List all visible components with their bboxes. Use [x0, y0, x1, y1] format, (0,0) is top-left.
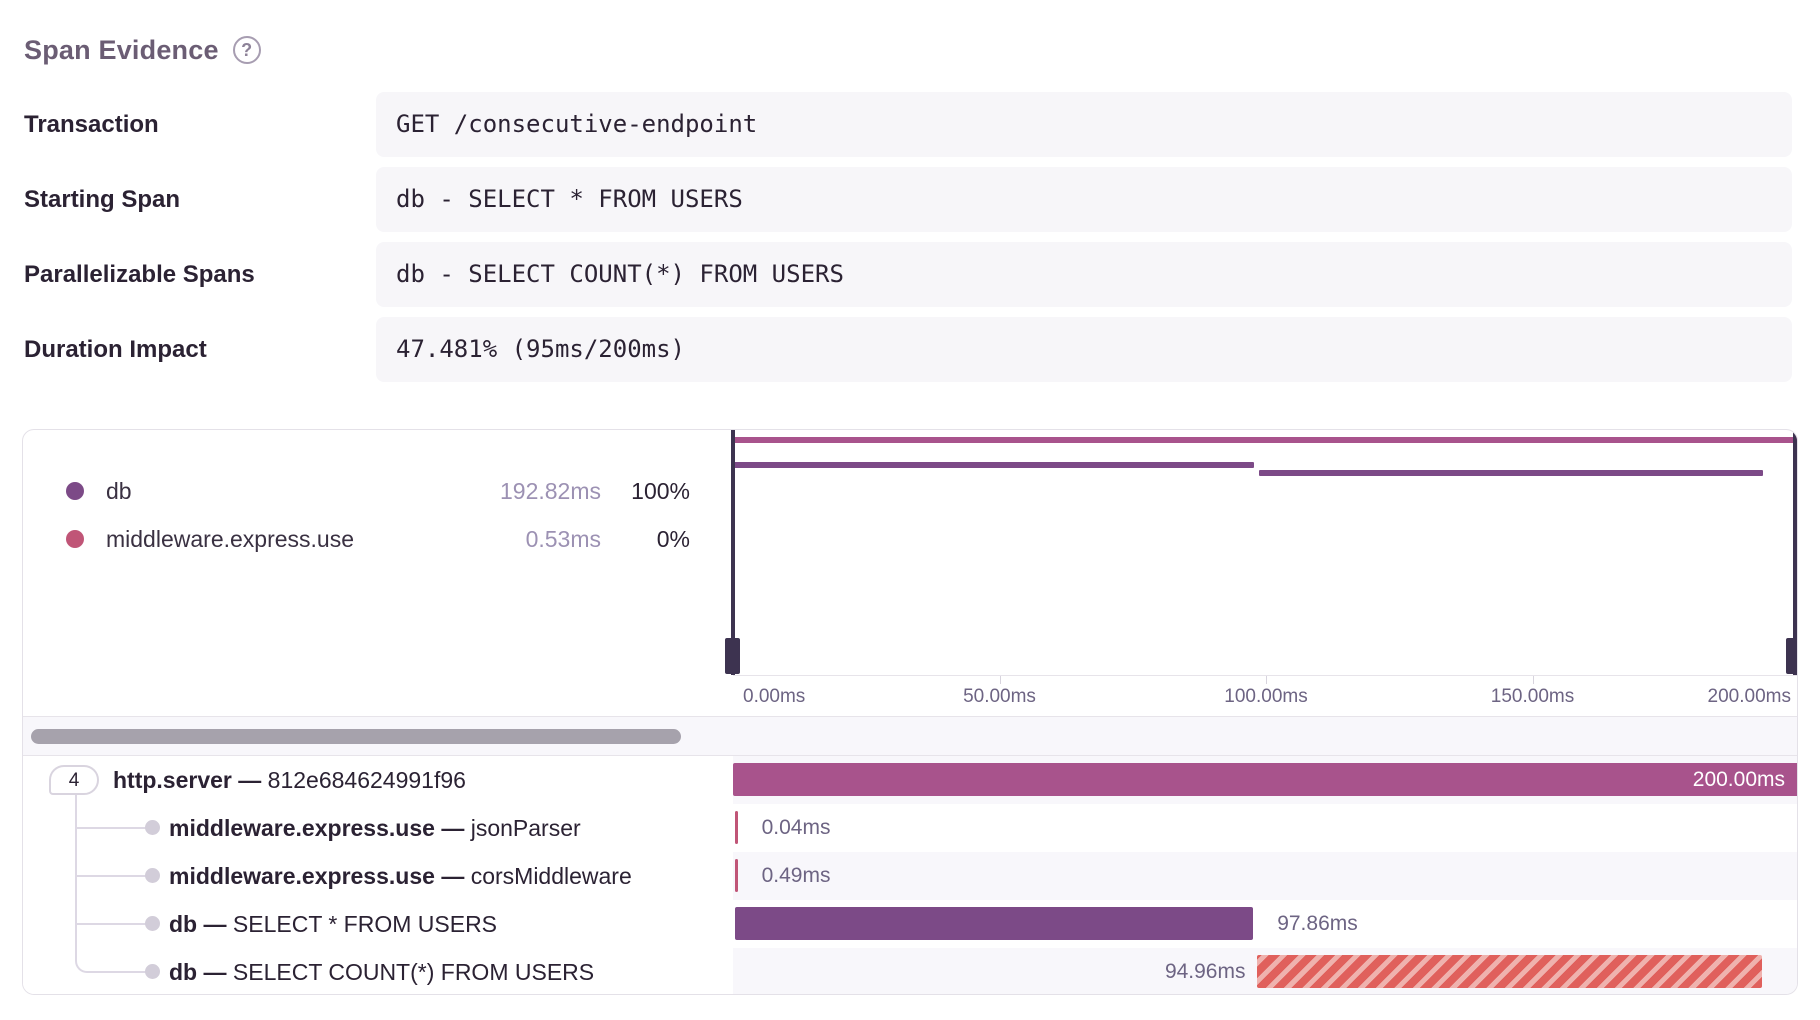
span-bar-cell: 0.04ms [733, 804, 1798, 852]
span-duration-label: 0.04ms [762, 804, 831, 852]
span-title: middleware.express.use — jsonParser [169, 804, 581, 852]
evidence-value: db - SELECT * FROM USERS [376, 167, 1792, 232]
span-duration-bar [735, 859, 738, 892]
evidence-value: db - SELECT COUNT(*) FROM USERS [376, 242, 1792, 307]
span-tree: 4 http.server — 812e684624991f96 200.00m… [23, 756, 1798, 995]
evidence-row-parallelizable-spans: Parallelizable Spans db - SELECT COUNT(*… [0, 242, 1820, 307]
span-bar-cell: 0.49ms [733, 852, 1798, 900]
span-row-select-count-users[interactable]: db — SELECT COUNT(*) FROM USERS 94.96ms [23, 948, 1798, 995]
evidence-row-starting-span: Starting Span db - SELECT * FROM USERS [0, 167, 1820, 232]
minimap-right-grip[interactable] [1786, 638, 1798, 674]
ops-legend: db 192.82ms 100% middleware.express.use … [23, 430, 733, 675]
legend-dot-icon [66, 530, 84, 548]
span-duration-bar [735, 907, 1253, 940]
span-duration-bar: 200.00ms [733, 763, 1798, 796]
axis-tick-label: 150.00ms [1491, 676, 1574, 717]
page-title-row: Span Evidence ? [24, 30, 261, 70]
span-description: corsMiddleware [471, 863, 632, 889]
horizontal-scrollbar-track[interactable] [23, 716, 1798, 756]
minimap-bar [733, 437, 1798, 443]
legend-dot-icon [66, 482, 84, 500]
evidence-label: Duration Impact [24, 317, 207, 382]
minimap-left-grip[interactable] [725, 638, 740, 674]
span-duration-label: 0.49ms [762, 852, 831, 900]
span-title: db — SELECT * FROM USERS [169, 900, 497, 948]
span-tree-cell: 4 http.server — 812e684624991f96 [23, 756, 733, 804]
evidence-value: 47.481% (95ms/200ms) [376, 317, 1792, 382]
span-title: http.server — 812e684624991f96 [113, 756, 466, 804]
separator: — [204, 959, 227, 985]
evidence-label: Transaction [24, 92, 159, 157]
legend-op-duration: 192.82ms [500, 468, 601, 514]
separator: — [238, 767, 261, 793]
span-waterfall-panel: db 192.82ms 100% middleware.express.use … [22, 429, 1798, 995]
separator: — [441, 815, 464, 841]
page-title: Span Evidence [24, 35, 219, 66]
evidence-row-transaction: Transaction GET /consecutive-endpoint [0, 92, 1820, 157]
axis-tick-label: 0.00ms [743, 676, 805, 717]
separator: — [204, 911, 227, 937]
evidence-row-duration-impact: Duration Impact 47.481% (95ms/200ms) [0, 317, 1820, 382]
span-count-badge[interactable]: 4 [49, 765, 99, 795]
span-duration-bar [735, 811, 738, 844]
axis-tick-label: 50.00ms [963, 676, 1036, 717]
span-bar-cell: 97.86ms [733, 900, 1798, 948]
span-tree-cell: db — SELECT COUNT(*) FROM USERS [23, 948, 733, 995]
span-duration-label: 97.86ms [1277, 900, 1358, 948]
legend-op-name: middleware.express.use [106, 516, 354, 562]
legend-item-middleware[interactable]: middleware.express.use 0.53ms 0% [23, 516, 733, 562]
time-axis: 0.00ms 50.00ms 100.00ms 150.00ms 200.00m… [733, 675, 1798, 716]
span-title: middleware.express.use — corsMiddleware [169, 852, 632, 900]
span-row-jsonparser[interactable]: middleware.express.use — jsonParser 0.04… [23, 804, 1798, 852]
span-evidence-page: Span Evidence ? Transaction GET /consecu… [0, 0, 1820, 1020]
span-duration-label: 200.00ms [1693, 763, 1785, 796]
minimap-bar [1259, 470, 1763, 476]
span-description: jsonParser [471, 815, 581, 841]
axis-tick-label: 100.00ms [1224, 676, 1307, 717]
span-description: SELECT COUNT(*) FROM USERS [233, 959, 594, 985]
minimap-bar [733, 462, 1254, 468]
span-bar-cell: 94.96ms [733, 948, 1798, 995]
span-tree-cell: db — SELECT * FROM USERS [23, 900, 733, 948]
evidence-value: GET /consecutive-endpoint [376, 92, 1792, 157]
span-description: 812e684624991f96 [268, 767, 466, 793]
span-tree-cell: middleware.express.use — jsonParser [23, 804, 733, 852]
legend-item-db[interactable]: db 192.82ms 100% [23, 468, 733, 514]
help-icon[interactable]: ? [233, 36, 261, 64]
evidence-label: Starting Span [24, 167, 180, 232]
legend-op-percent: 0% [657, 516, 690, 562]
span-description: SELECT * FROM USERS [233, 911, 497, 937]
span-op: db [169, 959, 197, 985]
span-op: middleware.express.use [169, 863, 435, 889]
evidence-label: Parallelizable Spans [24, 242, 255, 307]
legend-op-duration: 0.53ms [526, 516, 601, 562]
span-duration-bar [1257, 955, 1761, 988]
span-bar-cell: 200.00ms [733, 756, 1798, 804]
separator: — [441, 863, 464, 889]
span-title: db — SELECT COUNT(*) FROM USERS [169, 948, 594, 995]
span-op: db [169, 911, 197, 937]
axis-tick-label: 200.00ms [1708, 676, 1791, 717]
trace-minimap[interactable] [733, 430, 1798, 675]
span-row-corsmiddleware[interactable]: middleware.express.use — corsMiddleware … [23, 852, 1798, 900]
span-row-http-server[interactable]: 4 http.server — 812e684624991f96 200.00m… [23, 756, 1798, 804]
span-tree-cell: middleware.express.use — corsMiddleware [23, 852, 733, 900]
legend-op-name: db [106, 468, 132, 514]
span-duration-label: 94.96ms [1165, 948, 1246, 995]
horizontal-scrollbar-thumb[interactable] [31, 729, 681, 744]
span-op: middleware.express.use [169, 815, 435, 841]
span-op: http.server [113, 767, 232, 793]
span-row-select-users[interactable]: db — SELECT * FROM USERS 97.86ms [23, 900, 1798, 948]
legend-op-percent: 100% [631, 468, 690, 514]
